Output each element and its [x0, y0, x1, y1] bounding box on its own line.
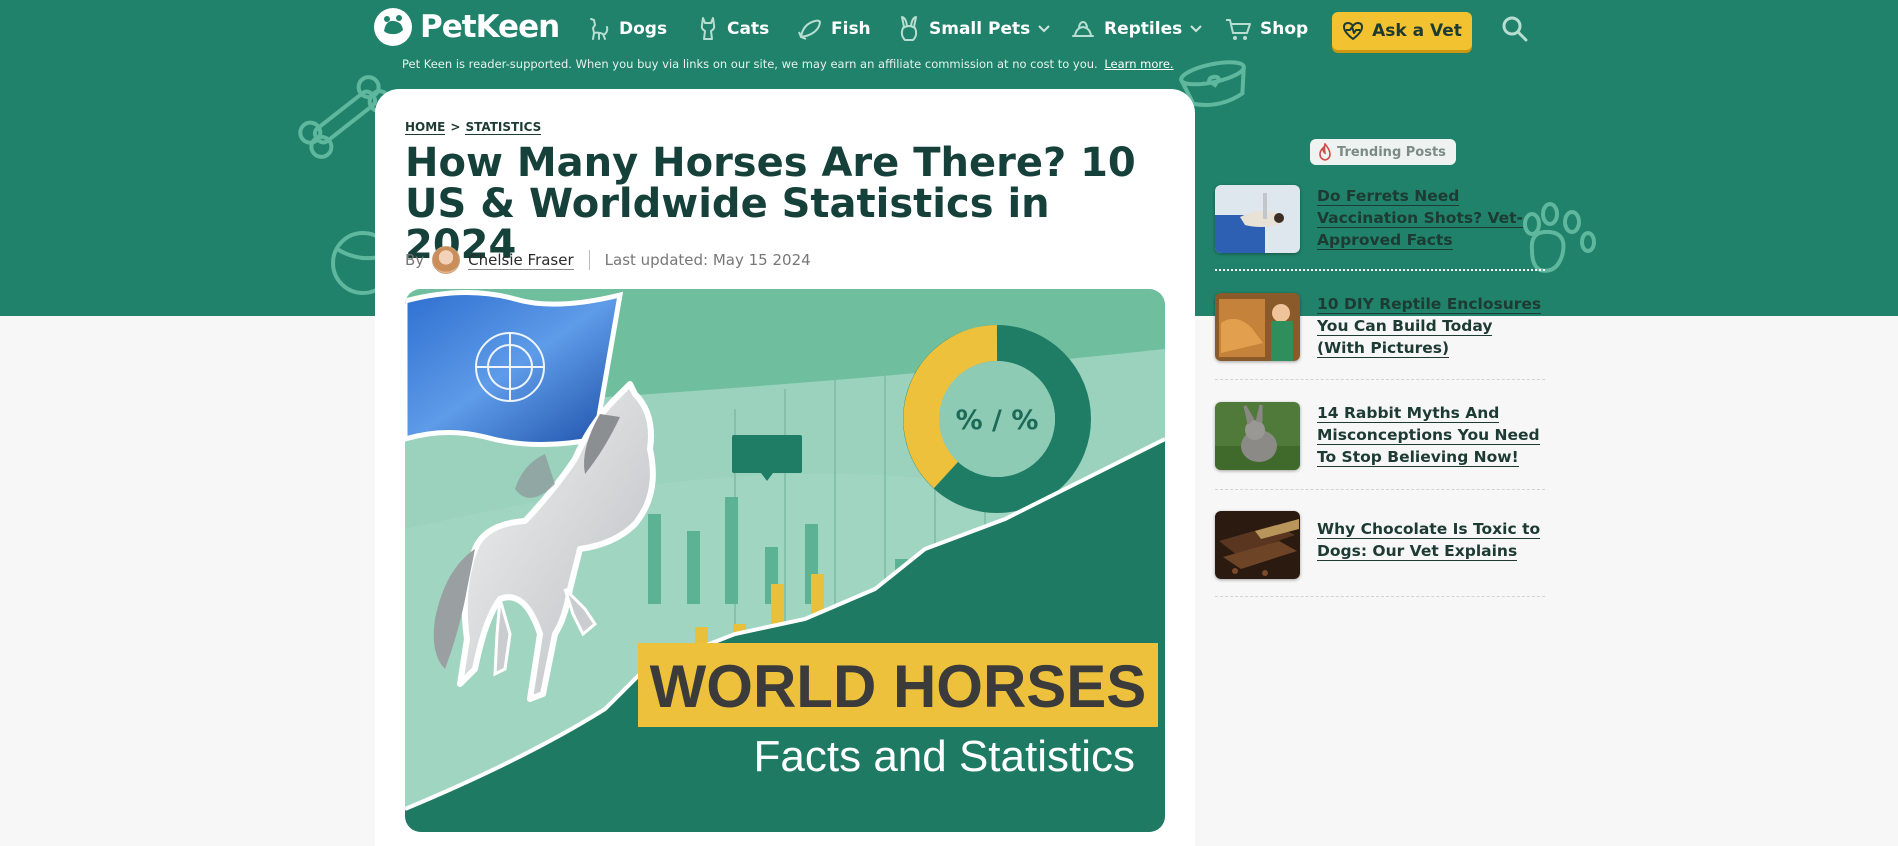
trending-post-title[interactable]: 10 DIY Reptile Enclosures You Can Build … [1317, 293, 1545, 361]
nav-item-dogs[interactable]: Dogs [585, 14, 667, 44]
byline-divider [588, 250, 590, 270]
nav-item-fish[interactable]: Fish [797, 14, 871, 44]
site-logo[interactable]: PetKeen [372, 6, 560, 48]
nav-label-small-pets: Small Pets [929, 19, 1031, 39]
trending-posts-badge: Trending Posts [1310, 139, 1456, 165]
nav-label-reptiles: Reptiles [1104, 19, 1183, 39]
heart-pulse-icon [1343, 22, 1364, 40]
cat-icon [700, 17, 716, 40]
chevron-down-icon [1190, 25, 1202, 33]
post-thumbnail [1215, 402, 1300, 470]
author-link[interactable]: Chelsie Fraser [468, 251, 574, 270]
nav-item-reptiles[interactable]: Reptiles [1070, 14, 1202, 44]
search-icon [1502, 16, 1528, 42]
trending-post-title[interactable]: Why Chocolate Is Toxic to Dogs: Our Vet … [1317, 511, 1545, 579]
breadcrumb-statistics-link[interactable]: STATISTICS [465, 120, 542, 135]
post-thumbnail [1215, 293, 1300, 361]
trending-divider [1215, 489, 1545, 490]
fish-icon [798, 19, 821, 40]
ask-a-vet-label: Ask a Vet [1372, 21, 1462, 41]
learn-more-link[interactable]: Learn more. [1104, 57, 1173, 71]
hero-subline: Facts and Statistics [754, 732, 1135, 781]
dog-icon [590, 18, 609, 40]
ask-a-vet-button[interactable]: Ask a Vet [1332, 12, 1472, 50]
top-navbar: PetKeen Dogs Cats Fish Small Pets Reptil… [0, 0, 1898, 60]
trending-posts-label: Trending Posts [1337, 144, 1446, 160]
hero-illustration: % / % WORLD HORSES Facts and Statistics [405, 289, 1165, 832]
nav-item-cats[interactable]: Cats [697, 14, 769, 44]
search-button[interactable] [1500, 14, 1530, 44]
trending-divider [1215, 596, 1545, 597]
donut-label: % / % [956, 405, 1039, 436]
petkeen-logo-icon [374, 8, 412, 46]
hero-image: % / % WORLD HORSES Facts and Statistics [405, 289, 1165, 832]
nav-label-shop: Shop [1260, 19, 1309, 39]
nav-item-shop[interactable]: Shop [1224, 14, 1308, 44]
trending-post[interactable]: Do Ferrets Need Vaccination Shots? Vet-A… [1215, 185, 1545, 253]
flame-icon [1319, 143, 1331, 161]
chevron-down-icon [1038, 25, 1050, 33]
reptile-icon [1072, 20, 1094, 37]
breadcrumb-separator: > [450, 120, 461, 134]
post-thumbnail [1215, 511, 1300, 579]
disclaimer-text: Pet Keen is reader-supported. When you b… [402, 57, 1098, 71]
rabbit-icon [900, 16, 918, 41]
trending-post[interactable]: 14 Rabbit Myths And Misconceptions You N… [1215, 402, 1545, 470]
byline-prefix: By [405, 251, 425, 269]
cart-icon [1226, 19, 1251, 40]
affiliate-disclaimer: Pet Keen is reader-supported. When you b… [402, 57, 1174, 71]
trending-post-title[interactable]: 14 Rabbit Myths And Misconceptions You N… [1317, 402, 1545, 470]
trending-post[interactable]: 10 DIY Reptile Enclosures You Can Build … [1215, 293, 1545, 361]
trending-divider [1215, 379, 1545, 380]
logo-text: PetKeen [420, 9, 560, 45]
breadcrumb-home-link[interactable]: HOME [405, 120, 446, 135]
breadcrumb: HOME > STATISTICS [405, 120, 542, 135]
trending-divider [1215, 269, 1545, 271]
hero-headline: WORLD HORSES [650, 653, 1147, 720]
author-avatar[interactable] [432, 246, 461, 274]
nav-label-fish: Fish [831, 19, 871, 39]
article-byline: By Chelsie Fraser Last updated: May 15 2… [405, 246, 811, 274]
trending-post-title[interactable]: Do Ferrets Need Vaccination Shots? Vet-A… [1317, 185, 1545, 253]
nav-item-small-pets[interactable]: Small Pets [897, 14, 1050, 44]
last-updated: Last updated: May 15 2024 [604, 251, 811, 269]
post-thumbnail [1215, 185, 1300, 253]
trending-post[interactable]: Why Chocolate Is Toxic to Dogs: Our Vet … [1215, 511, 1545, 579]
nav-label-dogs: Dogs [619, 19, 668, 39]
nav-label-cats: Cats [727, 19, 770, 39]
